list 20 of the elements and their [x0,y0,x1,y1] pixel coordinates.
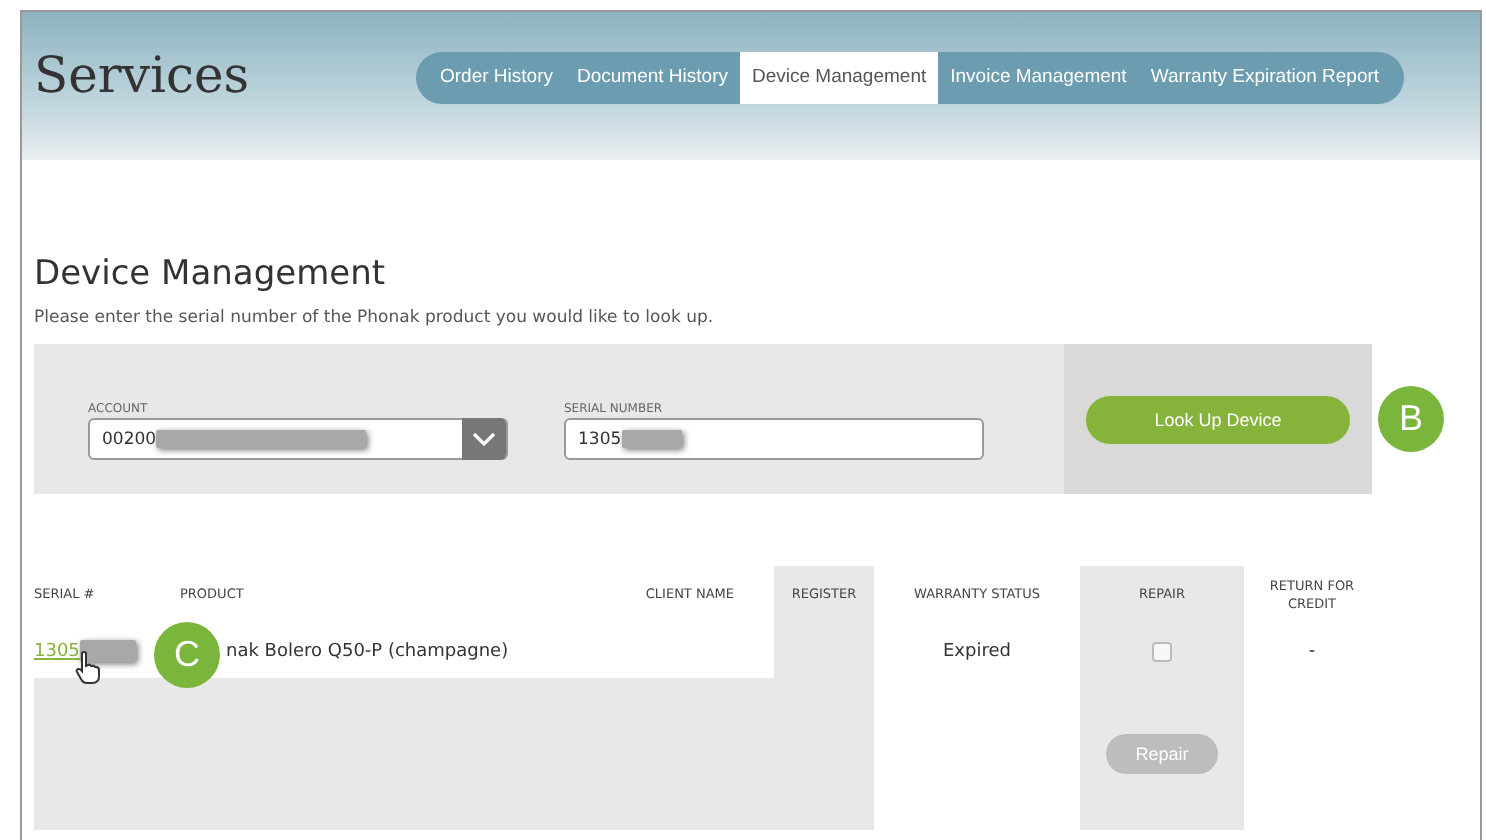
account-dropdown[interactable]: 00200 [88,418,508,460]
nav-tab[interactable]: Device Management [739,52,939,104]
serial-number-field[interactable]: 1305 [564,418,984,460]
product-name: nak Bolero Q50-P (champagne) [224,641,509,661]
nav-tab[interactable]: Order History [428,52,565,104]
page-title: Services [34,48,252,104]
look-up-device-button[interactable]: Look Up Device [1086,395,1350,443]
nav-tab[interactable]: Invoice Management [938,52,1139,104]
repair-checkbox[interactable] [1152,641,1172,661]
nav-tab[interactable]: Document History [564,52,740,104]
callout-badge: B [1378,386,1444,452]
nav-tab[interactable]: Warranty Expiration Report [1138,52,1392,104]
section-heading: Device Management [34,252,388,296]
serial-link[interactable]: 1305 [34,641,80,661]
hand-cursor-icon [74,650,102,686]
warranty-status: Expired [941,639,1013,665]
redaction-bar [621,430,682,448]
section-description: Please enter the serial number of the Phonak product you would like to look up. [34,306,716,330]
redaction-bar [79,640,136,662]
return-for-credit: - [1306,639,1318,665]
